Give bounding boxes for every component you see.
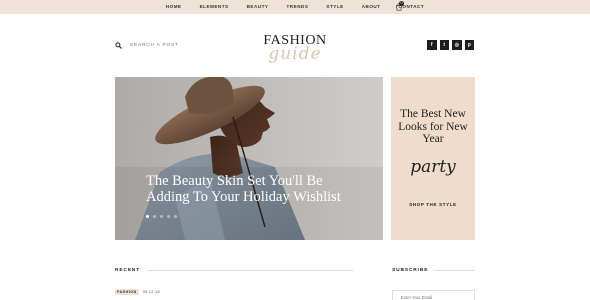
nav-item-style[interactable]: STYLE [317, 0, 352, 14]
category-tag[interactable]: FASHION [115, 289, 139, 295]
subscribe-section-header: SUBSCRIBE [392, 268, 475, 273]
divider [434, 270, 475, 271]
recent-heading: RECENT [115, 268, 141, 273]
slider-dot[interactable] [174, 215, 177, 218]
shop-the-style-link[interactable]: SHOP THE STYLE [391, 202, 475, 207]
slider-dot[interactable] [160, 215, 163, 218]
search-input[interactable] [130, 43, 200, 48]
promo-banner[interactable]: The Best New Looks for New Year party SH… [391, 77, 475, 240]
site-logo[interactable]: FASHION guide [250, 33, 340, 73]
recent-section-header: RECENT [115, 268, 353, 273]
promo-title: The Best New Looks for New Year [398, 108, 468, 145]
divider [148, 270, 353, 271]
nav-item-home[interactable]: HOME [157, 0, 191, 14]
slider-pagination [146, 215, 177, 218]
subscribe-heading: SUBSCRIBE [392, 268, 429, 273]
search-bar [115, 42, 200, 49]
nav-item-about[interactable]: ABOUT [353, 0, 390, 14]
twitter-icon[interactable]: t [439, 40, 449, 50]
promo-script: party [410, 157, 456, 177]
search-icon[interactable] [115, 42, 122, 49]
slider-dot[interactable] [146, 215, 149, 218]
slider-dot[interactable] [167, 215, 170, 218]
cart-count-badge: 0 [399, 1, 404, 6]
social-links: f t ◎ p [427, 40, 474, 50]
nav-item-elements[interactable]: ELEMENTS [191, 0, 238, 14]
email-field[interactable] [392, 290, 475, 300]
main-navigation: HOME ELEMENTS BEAUTY TRENDS STYLE ABOUT … [0, 0, 590, 14]
post-meta: FASHION 09.12.18 [115, 289, 160, 295]
facebook-icon[interactable]: f [427, 40, 437, 50]
hero-slider[interactable]: The Beauty Skin Set You'll Be Adding To … [115, 77, 383, 240]
nav-item-trends[interactable]: TRENDS [278, 0, 318, 14]
post-date: 09.12.18 [142, 290, 160, 294]
slider-dot[interactable] [153, 215, 156, 218]
logo-script: guide [268, 44, 322, 64]
pinterest-icon[interactable]: p [464, 40, 474, 50]
hero-title[interactable]: The Beauty Skin Set You'll Be Adding To … [146, 173, 366, 205]
nav-item-beauty[interactable]: BEAUTY [238, 0, 278, 14]
instagram-icon[interactable]: ◎ [452, 40, 462, 50]
